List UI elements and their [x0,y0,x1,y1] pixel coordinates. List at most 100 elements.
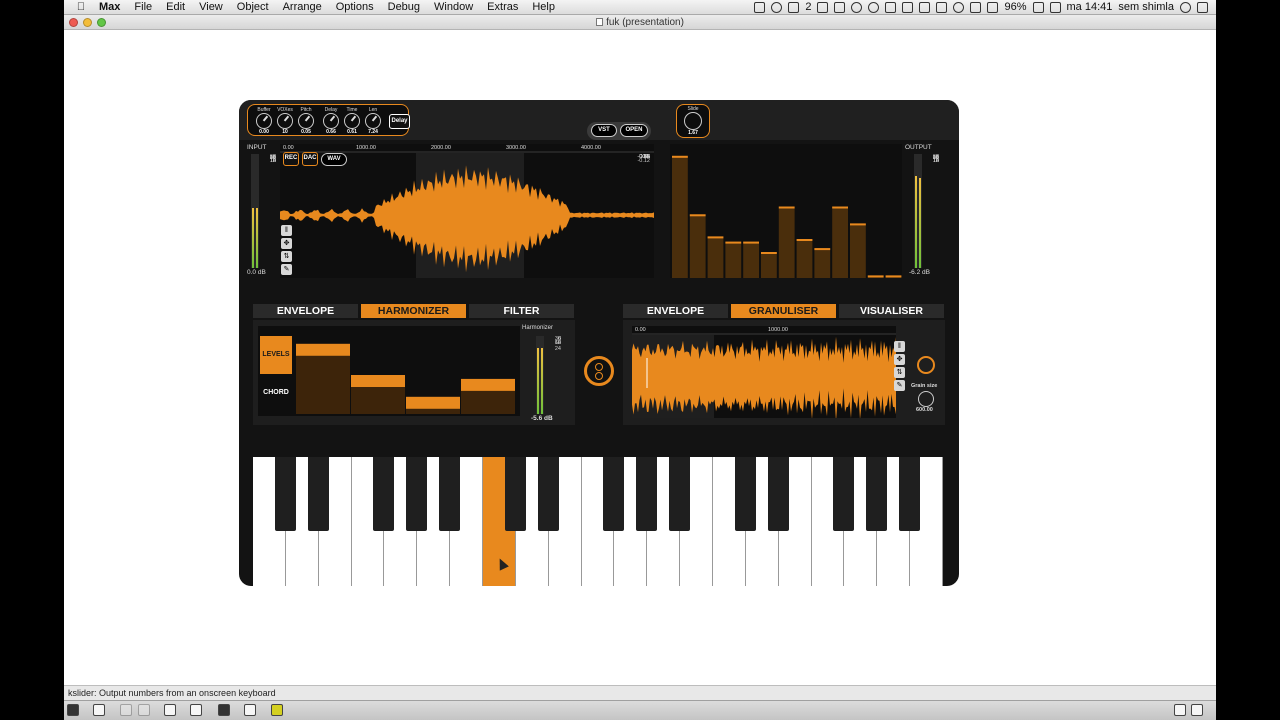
grid-icon[interactable] [244,704,256,716]
tab-right-visualiser[interactable]: VISUALISER [839,304,944,318]
tab-left-filter[interactable]: FILTER [469,304,574,318]
harmonizer-bar[interactable] [296,355,350,414]
black-key[interactable] [866,457,888,531]
menu-view[interactable]: View [192,0,230,15]
menu-extras[interactable]: Extras [480,0,525,15]
display-icon[interactable] [885,1,897,13]
knob-dial-icon[interactable] [323,113,339,129]
evernote-icon[interactable] [817,1,829,13]
tab-right-granuliser[interactable]: GRANULISER [731,304,836,318]
keyboard-flag-icon[interactable] [1049,1,1061,13]
menu-edit[interactable]: Edit [159,0,192,15]
grain-toggle[interactable] [917,356,935,374]
apple-icon[interactable]:  [70,1,92,13]
menubar-user[interactable]: sem shimla [1118,1,1174,13]
harmonizer-bars[interactable] [258,326,520,416]
knob-dial-icon[interactable] [298,113,314,129]
knob-delay[interactable]: Delay 0.66 [321,107,341,135]
tab-left-envelope[interactable]: ENVELOPE [253,304,358,318]
dsp-icon[interactable] [271,704,283,716]
menu-file[interactable]: File [127,0,159,15]
harmonizer-bar[interactable] [461,390,515,414]
wifi-icon[interactable] [970,1,982,13]
knob-dial-icon[interactable] [277,113,293,129]
black-key[interactable] [439,457,461,531]
harmonizer-bar-cap[interactable] [406,396,460,409]
black-key[interactable] [603,457,625,531]
rec-button[interactable]: REC [283,152,299,166]
record-icon[interactable] [771,1,783,13]
lock-icon[interactable] [919,1,931,13]
black-key[interactable] [537,457,559,531]
menu-arrange[interactable]: Arrange [276,0,329,15]
harmonizer-bar-cap[interactable] [296,343,350,356]
black-key[interactable] [669,457,691,531]
knob-buffer[interactable]: Buffer 0.00 [254,107,274,135]
harmonizer-bar[interactable] [406,408,460,414]
time-machine-icon[interactable] [953,1,965,13]
granuliser-waveform[interactable] [632,326,896,418]
black-key[interactable] [899,457,921,531]
sync-icon[interactable] [851,1,863,13]
black-key[interactable] [636,457,658,531]
black-key[interactable] [833,457,855,531]
mix-toggle[interactable] [584,356,614,386]
grain-size-knob[interactable] [918,391,934,407]
black-key[interactable] [373,457,395,531]
timer-icon[interactable] [868,1,880,13]
black-key[interactable] [307,457,329,531]
menu-object[interactable]: Object [230,0,276,15]
open-button[interactable]: OPEN [620,124,648,137]
sidebar-left-icon[interactable] [1174,704,1186,716]
delay-button[interactable]: Delay [389,114,410,129]
sidebar-right-icon[interactable] [1191,704,1203,716]
menu-debug[interactable]: Debug [381,0,427,15]
info-icon[interactable] [190,704,202,716]
spotlight-search-icon[interactable] [1180,1,1191,13]
minus-icon[interactable] [834,1,846,13]
harmonizer-bar-cap[interactable] [461,378,515,391]
knob-dial-icon[interactable] [344,113,360,129]
move-tool-icon[interactable]: ✥ [281,238,292,249]
battery-icon[interactable] [1032,1,1044,13]
presentation-icon[interactable] [93,704,105,716]
gran-draw-tool-icon[interactable]: ✎ [894,380,905,391]
knob-time[interactable]: Time 0.61 [342,107,362,135]
menu-app[interactable]: Max [92,0,127,15]
dropbox-icon[interactable] [902,1,914,13]
adobe-icon[interactable] [788,1,800,13]
dac-button[interactable]: DAC [302,152,318,166]
zoom-tool-icon[interactable]: ⇅ [281,251,292,262]
select-tool-icon[interactable]: ‖ [281,225,292,236]
bluetooth-icon[interactable] [936,1,948,13]
volume-icon[interactable] [987,1,999,13]
menu-options[interactable]: Options [329,0,381,15]
black-key[interactable] [504,457,526,531]
gran-zoom-tool-icon[interactable]: ⇅ [894,367,905,378]
gran-move-tool-icon[interactable]: ✥ [894,354,905,365]
black-key[interactable] [406,457,428,531]
harmonizer-bar[interactable] [351,387,405,414]
menu-help[interactable]: Help [525,0,562,15]
lock-icon[interactable] [67,704,79,716]
slide-knob[interactable]: Slide 1.67 [676,104,710,138]
tab-right-envelope[interactable]: ENVELOPE [623,304,728,318]
tab-left-harmonizer[interactable]: HARMONIZER [361,304,466,318]
mail-icon[interactable] [164,704,176,716]
black-key[interactable] [274,457,296,531]
wav-button[interactable]: WAV [321,153,347,166]
knob-voxes[interactable]: VOXes 10 [275,107,295,135]
draw-tool-icon[interactable]: ✎ [281,264,292,275]
knob-pitch[interactable]: Pitch 0.05 [296,107,316,135]
knob-len[interactable]: Len 7.24 [363,107,383,135]
piano-keyboard[interactable] [253,457,943,586]
tray-app-icon[interactable] [754,1,766,13]
black-key[interactable] [734,457,756,531]
knob-dial-icon[interactable] [256,113,272,129]
vst-button[interactable]: VST [591,124,617,137]
gran-select-tool-icon[interactable]: ‖ [894,341,905,352]
black-key[interactable] [767,457,789,531]
notification-list-icon[interactable] [1197,1,1208,13]
arrow-icon[interactable] [218,704,230,716]
slide-dial-icon[interactable] [684,112,702,130]
